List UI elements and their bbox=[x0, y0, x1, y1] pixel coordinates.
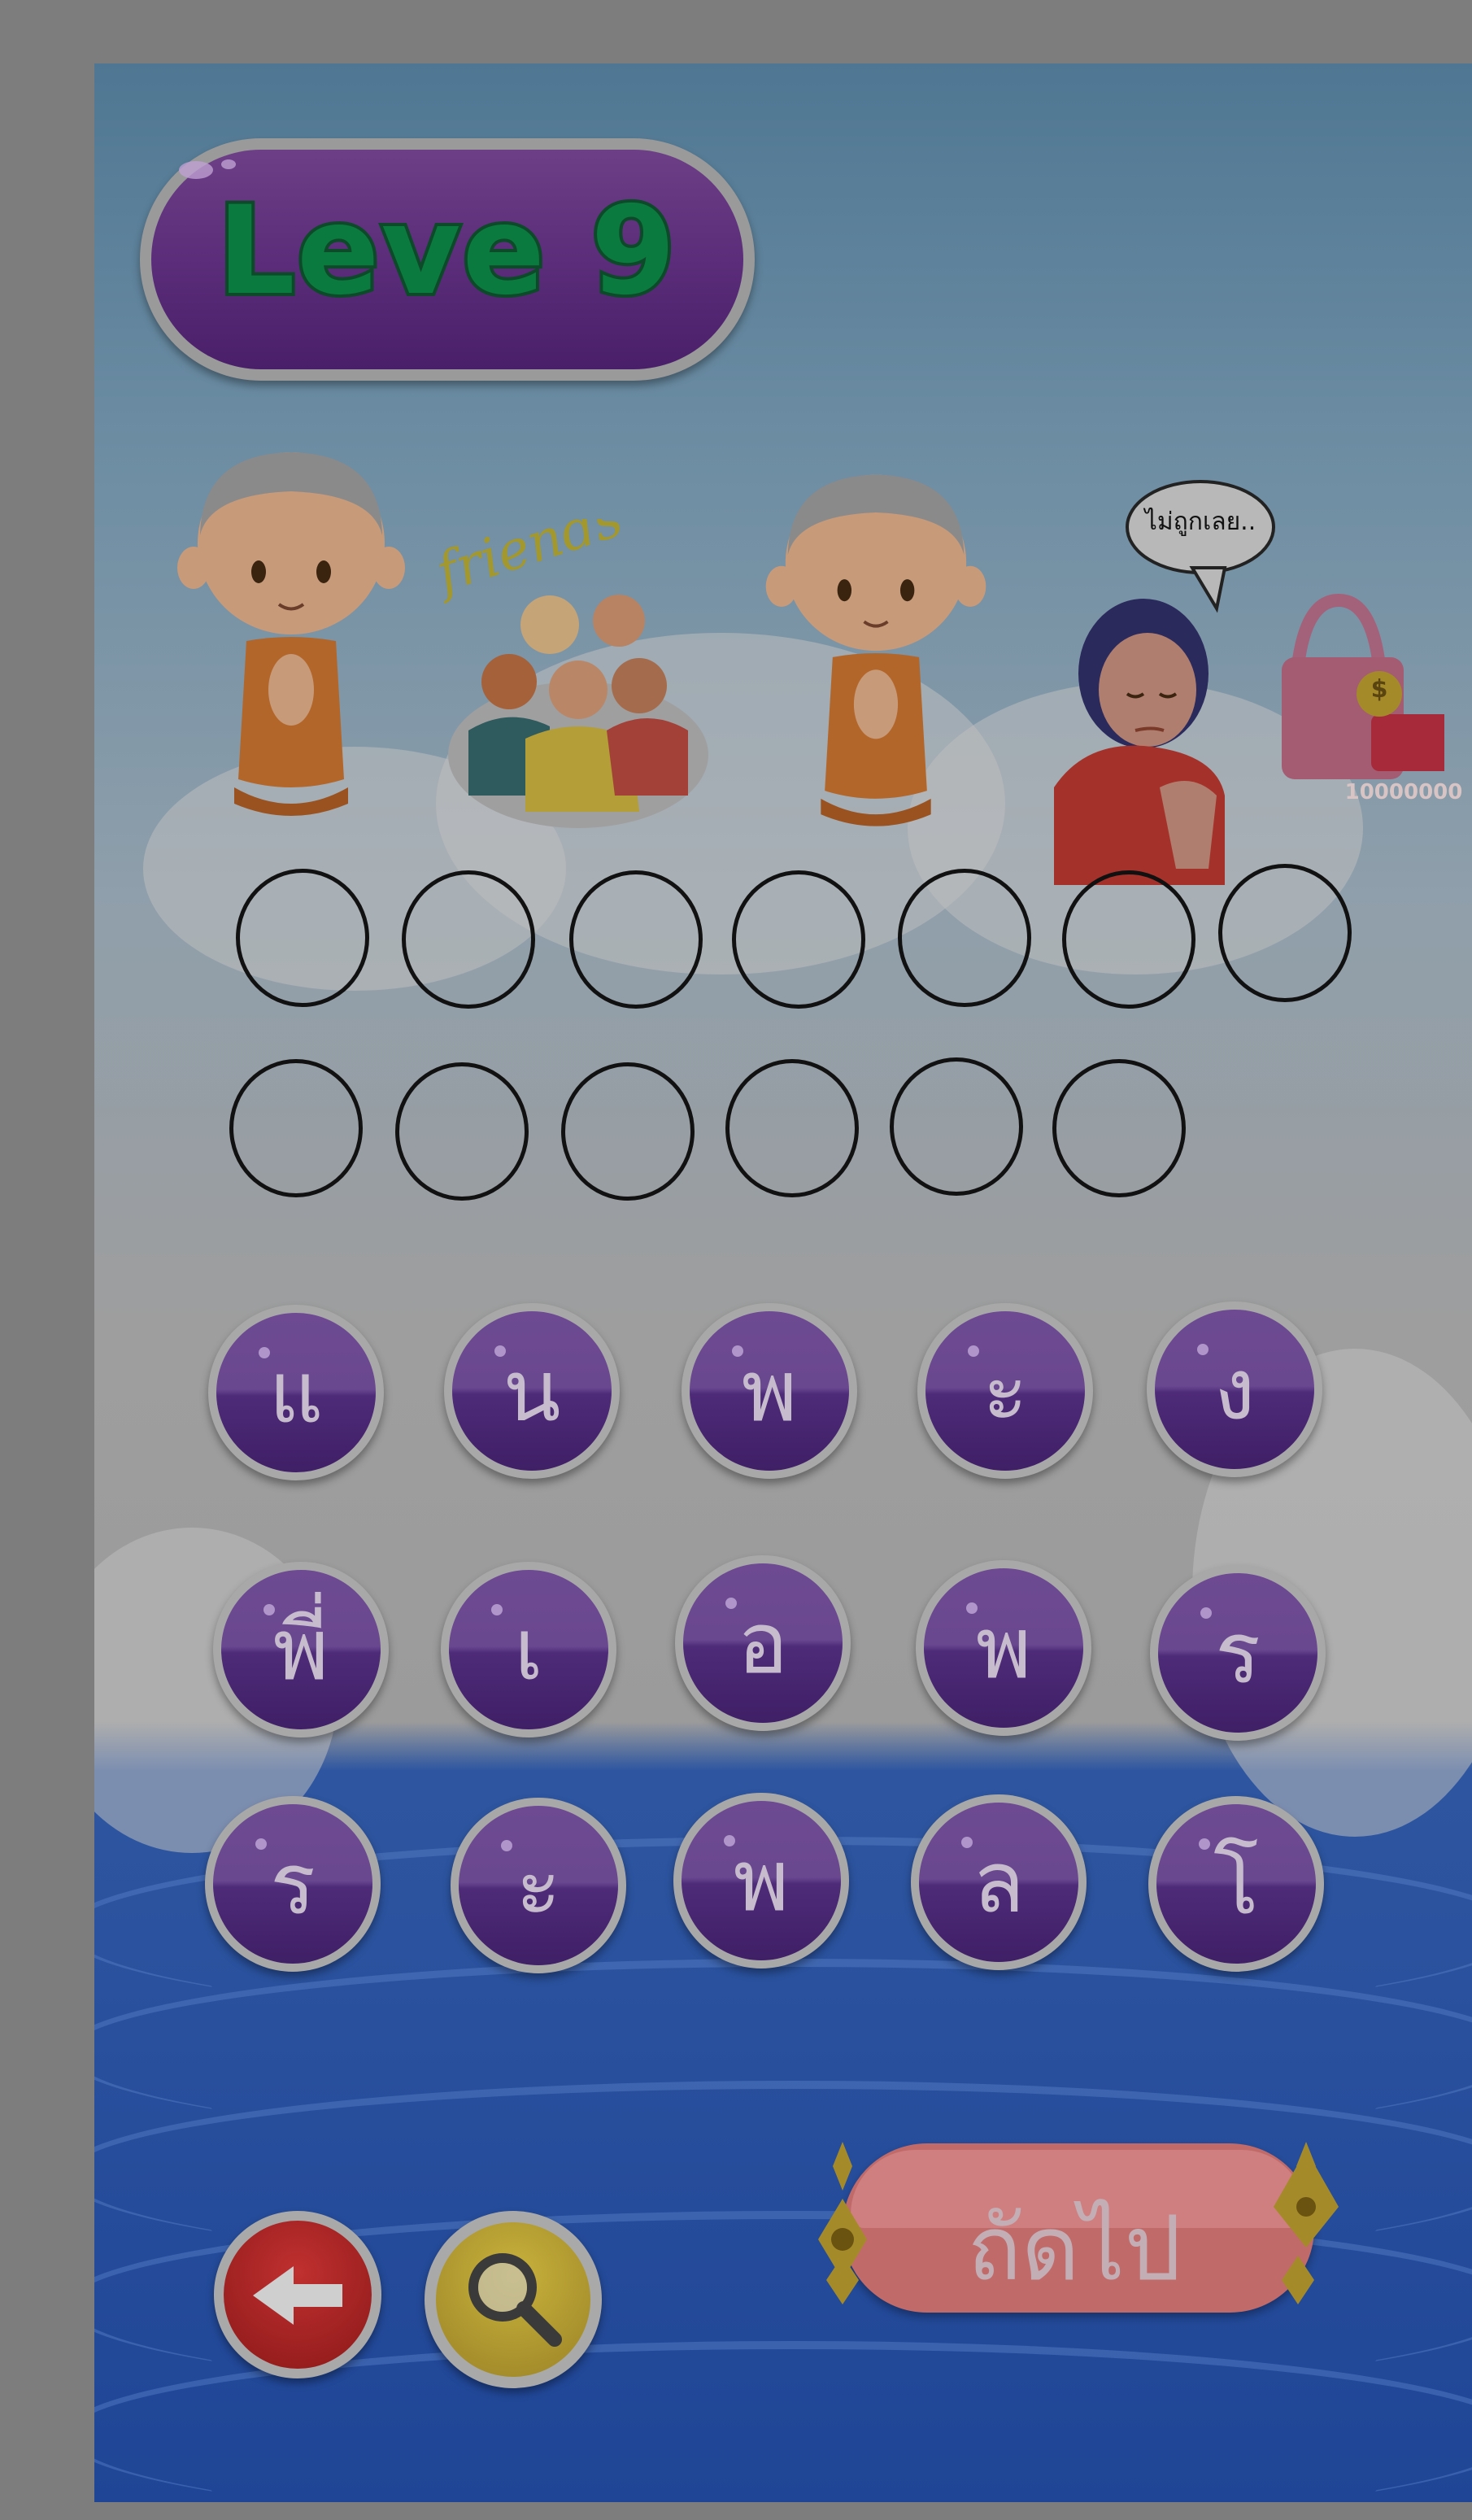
answer-slot[interactable] bbox=[402, 870, 535, 1009]
clue-monk-1-image bbox=[177, 452, 405, 816]
letter-tile[interactable]: พ bbox=[673, 1793, 849, 1968]
answer-slot[interactable] bbox=[236, 869, 369, 1007]
next-button[interactable]: ถัดไป bbox=[810, 2134, 1339, 2329]
letter-tile[interactable]: ง bbox=[1147, 1301, 1322, 1477]
letter-tile[interactable]: โ bbox=[1148, 1796, 1324, 1972]
letter-tile[interactable]: ะ bbox=[917, 1303, 1093, 1479]
letter-tile[interactable]: น bbox=[444, 1303, 620, 1479]
letter-glyph: ะ bbox=[982, 1341, 1028, 1441]
answer-slot[interactable] bbox=[1052, 1059, 1186, 1197]
letter-glyph: แ bbox=[268, 1343, 324, 1442]
answer-slot[interactable] bbox=[229, 1059, 363, 1197]
letter-tile[interactable]: ล bbox=[911, 1794, 1087, 1970]
clue-friends-image: friends bbox=[436, 519, 708, 828]
speech-bubble-text: ไม่ถูกเลย.. bbox=[1144, 508, 1256, 536]
answer-slot[interactable] bbox=[395, 1062, 529, 1201]
next-button-label: ถัดไป bbox=[967, 2196, 1182, 2300]
letter-tile[interactable]: แ bbox=[208, 1305, 384, 1480]
answer-slot[interactable] bbox=[1062, 870, 1195, 1009]
clue-woman-price: ไม่ถูกเลย.. 10000000 $ bbox=[1038, 446, 1462, 885]
letter-glyph: อ bbox=[737, 1594, 789, 1693]
letter-tile[interactable]: ะ bbox=[451, 1798, 626, 1973]
coin-icon: $ bbox=[1370, 675, 1388, 704]
letter-glyph: โ bbox=[1213, 1834, 1259, 1934]
letter-tile[interactable]: อ bbox=[675, 1555, 851, 1731]
answer-slot[interactable] bbox=[732, 870, 865, 1009]
letter-glyph: พี่ bbox=[272, 1600, 329, 1699]
clue-monk-2-image bbox=[765, 474, 986, 826]
magnifier-icon bbox=[468, 2253, 562, 2347]
letter-glyph: ล bbox=[973, 1833, 1025, 1932]
letter-tile[interactable]: ร bbox=[1150, 1565, 1326, 1741]
letter-glyph: ะ bbox=[516, 1836, 561, 1935]
level-title: Leve 9 bbox=[214, 177, 678, 325]
letter-glyph: ง bbox=[1213, 1340, 1256, 1439]
letter-glyph: พ bbox=[733, 1831, 790, 1930]
back-button[interactable] bbox=[214, 2211, 381, 2378]
answer-slot[interactable] bbox=[561, 1062, 695, 1201]
answer-slot[interactable] bbox=[898, 869, 1031, 1007]
letter-tile[interactable]: เ bbox=[441, 1562, 616, 1737]
level-badge: Leve 9 bbox=[140, 138, 755, 381]
letter-glyph: ร bbox=[270, 1834, 316, 1934]
letter-glyph: ร bbox=[1215, 1603, 1261, 1703]
letter-tile[interactable]: พ bbox=[916, 1560, 1091, 1736]
arrow-left-icon bbox=[253, 2266, 342, 2325]
letter-tile[interactable]: พ bbox=[682, 1303, 857, 1479]
letter-glyph: เ bbox=[514, 1600, 543, 1699]
answer-slot[interactable] bbox=[725, 1059, 859, 1197]
price-tag-text: 10000000 bbox=[1344, 780, 1463, 804]
answer-slot[interactable] bbox=[890, 1057, 1023, 1196]
friends-caption: friends bbox=[436, 519, 629, 606]
letter-glyph: น bbox=[503, 1341, 561, 1441]
letter-glyph: พ bbox=[741, 1341, 798, 1441]
letter-glyph: พ bbox=[975, 1598, 1032, 1698]
letter-tile[interactable]: พี่ bbox=[213, 1562, 389, 1737]
answer-slot[interactable] bbox=[569, 870, 703, 1009]
answer-slot[interactable] bbox=[1218, 864, 1352, 1002]
letter-tile[interactable]: ร bbox=[205, 1796, 381, 1972]
hint-button[interactable] bbox=[425, 2211, 602, 2388]
game-board: Leve 9 friends ไม่ถูกเลย.. 10000000 $ แ … bbox=[94, 63, 1472, 2502]
